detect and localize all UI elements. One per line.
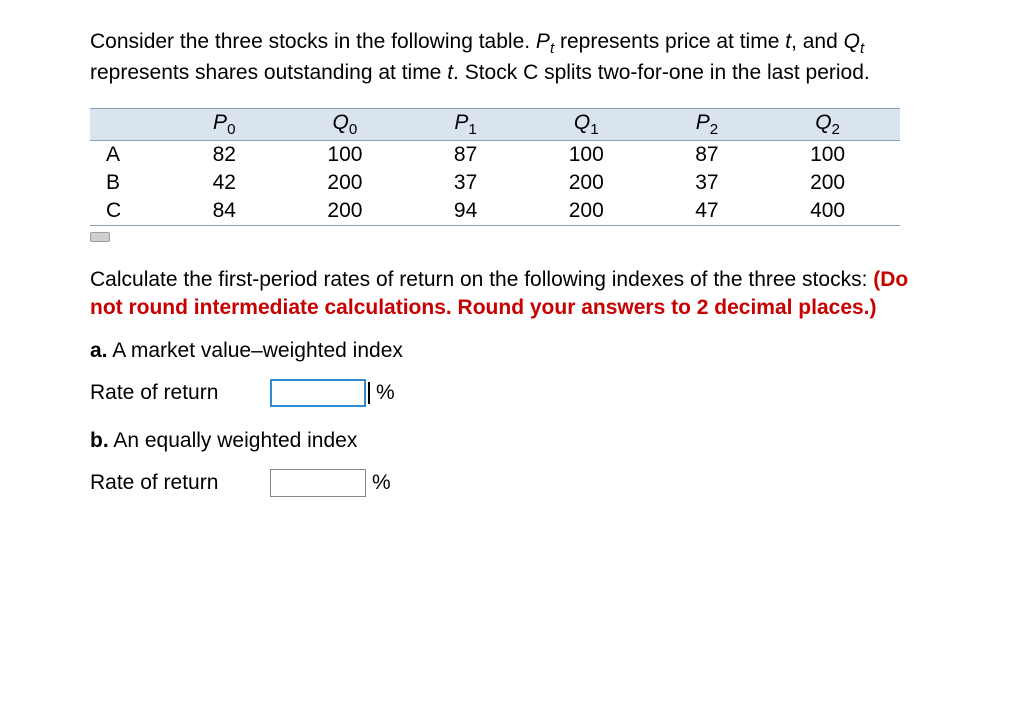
- table-header-Q1: Q1: [514, 109, 659, 141]
- intro-P-var: P: [536, 30, 550, 53]
- question-a-text: A market value–weighted index: [108, 339, 403, 362]
- cell: 84: [176, 197, 273, 226]
- cell: 82: [176, 141, 273, 170]
- intro-Q-var: Q: [844, 30, 860, 53]
- text-cursor-icon: [368, 382, 370, 404]
- row-label-A: A: [90, 141, 176, 170]
- answer-row-b: Rate of return %: [90, 469, 934, 497]
- cell: 400: [755, 197, 900, 226]
- question-b-prefix: b.: [90, 429, 109, 452]
- cell: 200: [273, 169, 418, 197]
- intro-seg5: . Stock C splits two-for-one in the last…: [453, 61, 870, 84]
- intro-Q-sub: t: [860, 40, 864, 57]
- stock-data-table: P0 Q0 P1 Q1 P2 Q2 A 82 100 87 100 87 100…: [90, 108, 900, 226]
- table-header-row: P0 Q0 P1 Q1 P2 Q2: [90, 109, 900, 141]
- answer-a-label: Rate of return: [90, 381, 270, 405]
- calc-text: Calculate the first-period rates of retu…: [90, 268, 873, 291]
- table-header-P1: P1: [417, 109, 514, 141]
- cell: 100: [273, 141, 418, 170]
- table-horizontal-scrollbar[interactable]: [90, 232, 900, 240]
- table-row: A 82 100 87 100 87 100: [90, 141, 900, 170]
- table-header-P2: P2: [659, 109, 756, 141]
- cell: 42: [176, 169, 273, 197]
- cell: 200: [514, 197, 659, 226]
- cell: 47: [659, 197, 756, 226]
- cell: 200: [755, 169, 900, 197]
- answer-b-label: Rate of return: [90, 471, 270, 495]
- answer-b-unit: %: [372, 471, 391, 495]
- cell: 200: [273, 197, 418, 226]
- cell: 87: [659, 141, 756, 170]
- intro-seg3: , and: [791, 30, 844, 53]
- table-header-Q0: Q0: [273, 109, 418, 141]
- question-a-prefix: a.: [90, 339, 108, 362]
- cell: 100: [755, 141, 900, 170]
- intro-seg1: Consider the three stocks in the followi…: [90, 30, 536, 53]
- cell: 100: [514, 141, 659, 170]
- table-row: C 84 200 94 200 47 400: [90, 197, 900, 226]
- question-b-text: An equally weighted index: [109, 429, 358, 452]
- question-b: b. An equally weighted index: [90, 429, 934, 453]
- answer-b-input[interactable]: [270, 469, 366, 497]
- intro-seg2: represents price at time: [554, 30, 785, 53]
- calculation-instruction: Calculate the first-period rates of retu…: [90, 266, 934, 321]
- cell: 87: [417, 141, 514, 170]
- cell: 200: [514, 169, 659, 197]
- cell: 37: [417, 169, 514, 197]
- cell: 94: [417, 197, 514, 226]
- row-label-C: C: [90, 197, 176, 226]
- intro-seg4: represents shares outstanding at time: [90, 61, 447, 84]
- table-header-Q2: Q2: [755, 109, 900, 141]
- table-header-blank: [90, 109, 176, 141]
- answer-a-input[interactable]: [270, 379, 366, 407]
- table-row: B 42 200 37 200 37 200: [90, 169, 900, 197]
- question-a: a. A market value–weighted index: [90, 339, 934, 363]
- answer-row-a: Rate of return %: [90, 379, 934, 407]
- answer-a-unit: %: [376, 381, 395, 405]
- problem-page: Consider the three stocks in the followi…: [0, 0, 1024, 723]
- scrollbar-thumb[interactable]: [90, 232, 110, 242]
- row-label-B: B: [90, 169, 176, 197]
- cell: 37: [659, 169, 756, 197]
- table-header-P0: P0: [176, 109, 273, 141]
- intro-paragraph: Consider the three stocks in the followi…: [90, 28, 934, 86]
